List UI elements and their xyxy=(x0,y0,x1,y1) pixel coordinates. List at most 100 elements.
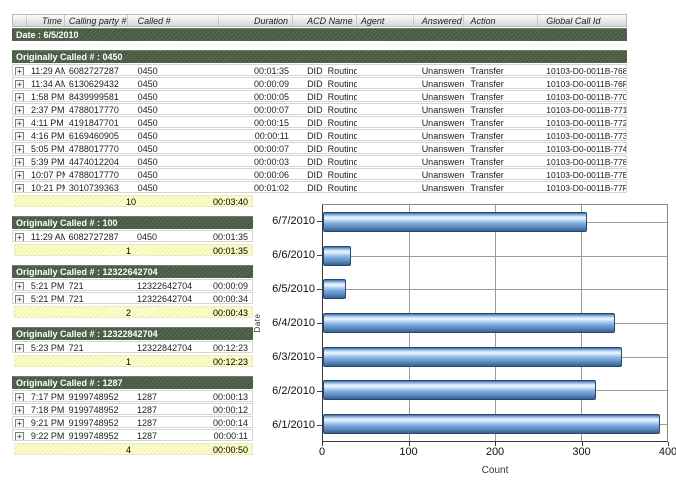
call-row[interactable]: +11:29 AM6082727287045000:01:35DID_Routi… xyxy=(12,64,627,76)
summary-count: 4 xyxy=(116,444,196,454)
group-header-band: Originally Called # : 100 xyxy=(12,216,253,229)
expand-row-button[interactable]: + xyxy=(15,67,24,75)
cell-called: 0450 xyxy=(128,65,220,75)
call-row[interactable]: +5:05 PM4788017770045000:00:07DID_Routin… xyxy=(12,142,627,154)
call-row[interactable]: +5:39 PM4474012204045000:00:03DID_Routin… xyxy=(12,155,627,167)
summary-count: 1 xyxy=(116,356,196,366)
call-row[interactable]: +2:37 PM4788017770045000:00:07DID_Routin… xyxy=(12,103,627,115)
cell-action: Transfer xyxy=(464,130,539,140)
call-row[interactable]: +7:18 PM9199748952128700:00:12 xyxy=(12,403,253,415)
cell-called: 0450 xyxy=(127,231,206,241)
expand-row-button[interactable]: + xyxy=(15,406,24,414)
call-row[interactable]: +7:17 PM9199748952128700:00:13 xyxy=(12,390,253,402)
category-label: 6/5/2010 xyxy=(272,283,315,295)
cell-duration: 00:01:02 xyxy=(219,182,293,192)
group-header-band: Originally Called # : 12322842704 xyxy=(12,327,253,340)
cell-action: Transfer xyxy=(464,78,539,88)
call-row[interactable]: +5:23 PM7211232284270400:12:23 xyxy=(12,341,253,353)
expander-cell: + xyxy=(13,130,27,140)
cell-global-call-id: 10103-D0-0011B-76F xyxy=(538,78,626,88)
summary-total-duration: 00:00:50 xyxy=(196,444,252,454)
cell-agent xyxy=(357,78,414,88)
call-row[interactable]: +1:58 PM8439999581045000:00:05DID_Routin… xyxy=(12,90,627,102)
column-header-global-call-id[interactable]: Global Call Id xyxy=(538,15,626,26)
expander-cell: + xyxy=(13,169,27,179)
bar-6-5-2010 xyxy=(323,279,346,299)
cell-global-call-id: 10103-D0-0011B-773 xyxy=(538,130,626,140)
expand-row-button[interactable]: + xyxy=(15,93,24,101)
call-group: Originally Called # : 0450+11:29 AM60827… xyxy=(12,50,627,207)
call-group: Originally Called # : 12322842704+5:23 P… xyxy=(12,327,253,367)
group-header-band: Originally Called # : 12322642704 xyxy=(12,265,253,278)
call-row[interactable]: +11:29 AM6082727287045000:01:35 xyxy=(12,230,253,242)
category-label: 6/1/2010 xyxy=(272,419,315,431)
call-row[interactable]: +9:22 PM9199748952128700:00:11 xyxy=(12,429,253,441)
column-header-expander[interactable] xyxy=(13,15,27,26)
call-row[interactable]: +4:11 PM4191847701045000:00:15DID_Routin… xyxy=(12,116,627,128)
column-header-duration[interactable]: Duration xyxy=(219,15,293,26)
cell-calling-party: 6169460905 xyxy=(65,130,128,140)
cell-answered: Unanswered xyxy=(414,182,464,192)
expand-row-button[interactable]: + xyxy=(15,80,24,88)
summary-count: 1 xyxy=(116,245,196,255)
cell-called: 1287 xyxy=(127,404,206,414)
call-row[interactable]: +4:16 PM6169460905045000:00:11DID_Routin… xyxy=(12,129,627,141)
expand-row-button[interactable]: + xyxy=(15,233,24,241)
category-label-slot: 6/2/2010 xyxy=(264,374,322,408)
call-row[interactable]: +5:21 PM7211232264270400:00:09 xyxy=(12,279,253,291)
column-header-called[interactable]: Called # xyxy=(128,15,220,26)
cell-action: Transfer xyxy=(464,182,539,192)
call-row[interactable]: +10:07 PM4788017770045000:00:06DID_Routi… xyxy=(12,168,627,180)
expand-row-button[interactable]: + xyxy=(15,132,24,140)
summary-spacer xyxy=(15,245,116,255)
expand-row-button[interactable]: + xyxy=(15,432,24,440)
call-row[interactable]: +10:21 PM3010739363045000:01:02DID_Routi… xyxy=(12,181,627,193)
column-header-action[interactable]: Action xyxy=(464,15,539,26)
call-row[interactable]: +11:34 AM6130629432045000:00:09DID_Routi… xyxy=(12,77,627,89)
cell-acd-name: DID_Routing xyxy=(293,169,357,179)
cell-duration: 00:00:15 xyxy=(219,117,293,127)
expand-row-button[interactable]: + xyxy=(15,282,24,290)
summary-spacer xyxy=(15,307,116,317)
calls-per-date-chart: Date 6/7/20106/6/20106/5/20106/4/20106/3… xyxy=(252,196,672,484)
expand-row-button[interactable]: + xyxy=(15,171,24,179)
expand-row-button[interactable]: + xyxy=(15,106,24,114)
cell-answered: Unanswered xyxy=(414,117,464,127)
expand-row-button[interactable]: + xyxy=(15,184,24,192)
expand-row-button[interactable]: + xyxy=(15,295,24,303)
cell-duration: 00:01:35 xyxy=(206,231,252,241)
x-tick-label-300: 300 xyxy=(572,446,590,458)
cell-duration: 00:00:14 xyxy=(206,417,252,427)
cell-answered: Unanswered xyxy=(414,130,464,140)
expander-cell: + xyxy=(13,91,27,101)
cell-acd-name: DID_Routing xyxy=(293,78,357,88)
cell-calling-party: 721 xyxy=(65,280,127,290)
cell-called: 0450 xyxy=(128,156,220,166)
cell-time: 5:23 PM xyxy=(27,342,65,352)
category-label-slot: 6/6/2010 xyxy=(264,238,322,272)
expand-row-button[interactable]: + xyxy=(15,393,24,401)
call-row[interactable]: +9:21 PM9199748952128700:00:14 xyxy=(12,416,253,428)
summary-total-duration: 00:00:43 xyxy=(196,307,252,317)
cell-acd-name: DID_Routing xyxy=(293,156,357,166)
expand-row-button[interactable]: + xyxy=(15,145,24,153)
expander-cell: + xyxy=(13,417,27,427)
expand-row-button[interactable]: + xyxy=(15,344,24,352)
expand-row-button[interactable]: + xyxy=(15,119,24,127)
plot-area xyxy=(322,204,668,442)
call-group: Originally Called # : 1287+7:17 PM919974… xyxy=(12,376,253,455)
call-row[interactable]: +5:21 PM7211232264270400:00:34 xyxy=(12,292,253,304)
expand-row-button[interactable]: + xyxy=(15,158,24,166)
grid-column-header-row: TimeCalling party #Called #DurationACD N… xyxy=(12,14,627,27)
bar-6-6-2010 xyxy=(323,246,351,266)
cell-time: 11:29 AM xyxy=(27,231,65,241)
expand-row-button[interactable]: + xyxy=(15,419,24,427)
group-summary-row: 400:00:50 xyxy=(14,443,253,455)
column-header-answered[interactable]: Answered xyxy=(414,15,464,26)
column-header-agent[interactable]: Agent xyxy=(357,15,414,26)
cell-duration: 00:00:09 xyxy=(206,280,252,290)
column-header-time[interactable]: Time xyxy=(27,15,65,26)
cell-calling-party: 8439999581 xyxy=(65,91,128,101)
column-header-calling-party[interactable]: Calling party # xyxy=(65,15,128,26)
column-header-acd-name[interactable]: ACD Name xyxy=(293,15,357,26)
